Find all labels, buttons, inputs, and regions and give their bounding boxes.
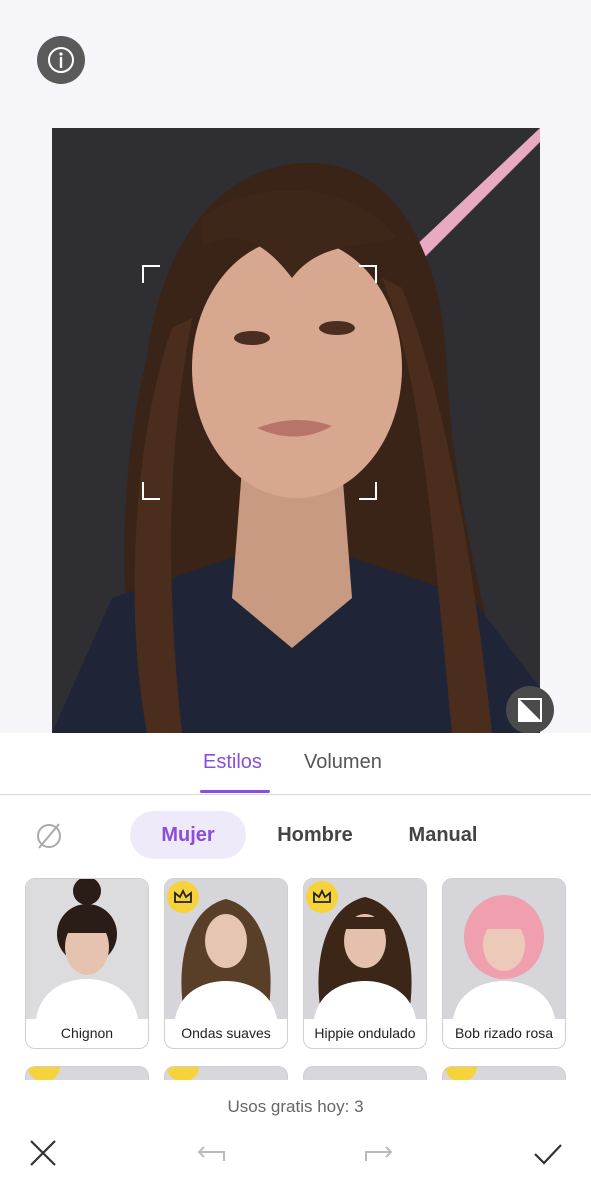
face-frame-corner bbox=[142, 265, 160, 283]
style-card-partial[interactable] bbox=[442, 1066, 566, 1080]
style-thumbnail bbox=[443, 879, 565, 1019]
undo-icon[interactable] bbox=[196, 1137, 228, 1169]
style-card-ondas-suaves[interactable]: Ondas suaves bbox=[164, 878, 288, 1049]
style-card-bob-rizado-rosa[interactable]: Bob rizado rosa bbox=[442, 878, 566, 1049]
face-frame-corner bbox=[142, 482, 160, 500]
free-uses-text: Usos gratis hoy: 3 bbox=[227, 1097, 364, 1116]
tab-indicator bbox=[200, 790, 270, 793]
info-button[interactable] bbox=[37, 36, 85, 84]
segment-manual[interactable]: Manual bbox=[390, 811, 496, 859]
portrait-photo bbox=[52, 128, 540, 733]
style-card-partial[interactable] bbox=[303, 1066, 427, 1080]
check-icon[interactable] bbox=[532, 1137, 564, 1169]
style-label: Ondas suaves bbox=[181, 1025, 271, 1041]
crown-icon bbox=[28, 1067, 60, 1080]
close-icon[interactable] bbox=[27, 1137, 59, 1169]
style-label: Chignon bbox=[60, 1025, 114, 1041]
crown-icon bbox=[167, 1067, 199, 1080]
tab-volumen[interactable]: Volumen bbox=[304, 751, 382, 774]
style-panel: Estilos Volumen Mujer Hombre Manual Chig… bbox=[0, 733, 591, 1194]
style-card-chignon[interactable]: Chignon bbox=[25, 878, 149, 1049]
style-thumbnail bbox=[26, 879, 148, 1019]
style-card-hippie-ondulado[interactable]: Hippie ondulado bbox=[303, 878, 427, 1049]
face-frame-corner bbox=[359, 482, 377, 500]
face-frame-corner bbox=[359, 265, 377, 283]
segment-mujer[interactable]: Mujer bbox=[130, 811, 246, 859]
segment-hombre[interactable]: Hombre bbox=[262, 811, 368, 859]
tab-estilos[interactable]: Estilos bbox=[203, 751, 262, 774]
style-card-partial[interactable] bbox=[25, 1066, 149, 1080]
style-label: Hippie ondulado bbox=[314, 1025, 416, 1041]
crown-icon bbox=[445, 1067, 477, 1080]
premium-badge bbox=[306, 881, 338, 913]
premium-badge bbox=[167, 881, 199, 913]
crown-icon bbox=[174, 889, 192, 903]
redo-icon[interactable] bbox=[362, 1137, 394, 1169]
style-label: Bob rizado rosa bbox=[454, 1025, 554, 1041]
info-icon bbox=[48, 47, 74, 73]
compare-icon bbox=[518, 698, 542, 722]
compare-button[interactable] bbox=[506, 686, 554, 734]
crown-icon bbox=[313, 889, 331, 903]
tab-bar: Estilos Volumen bbox=[0, 733, 591, 795]
no-style-icon[interactable] bbox=[34, 821, 64, 851]
style-card-partial[interactable] bbox=[164, 1066, 288, 1080]
